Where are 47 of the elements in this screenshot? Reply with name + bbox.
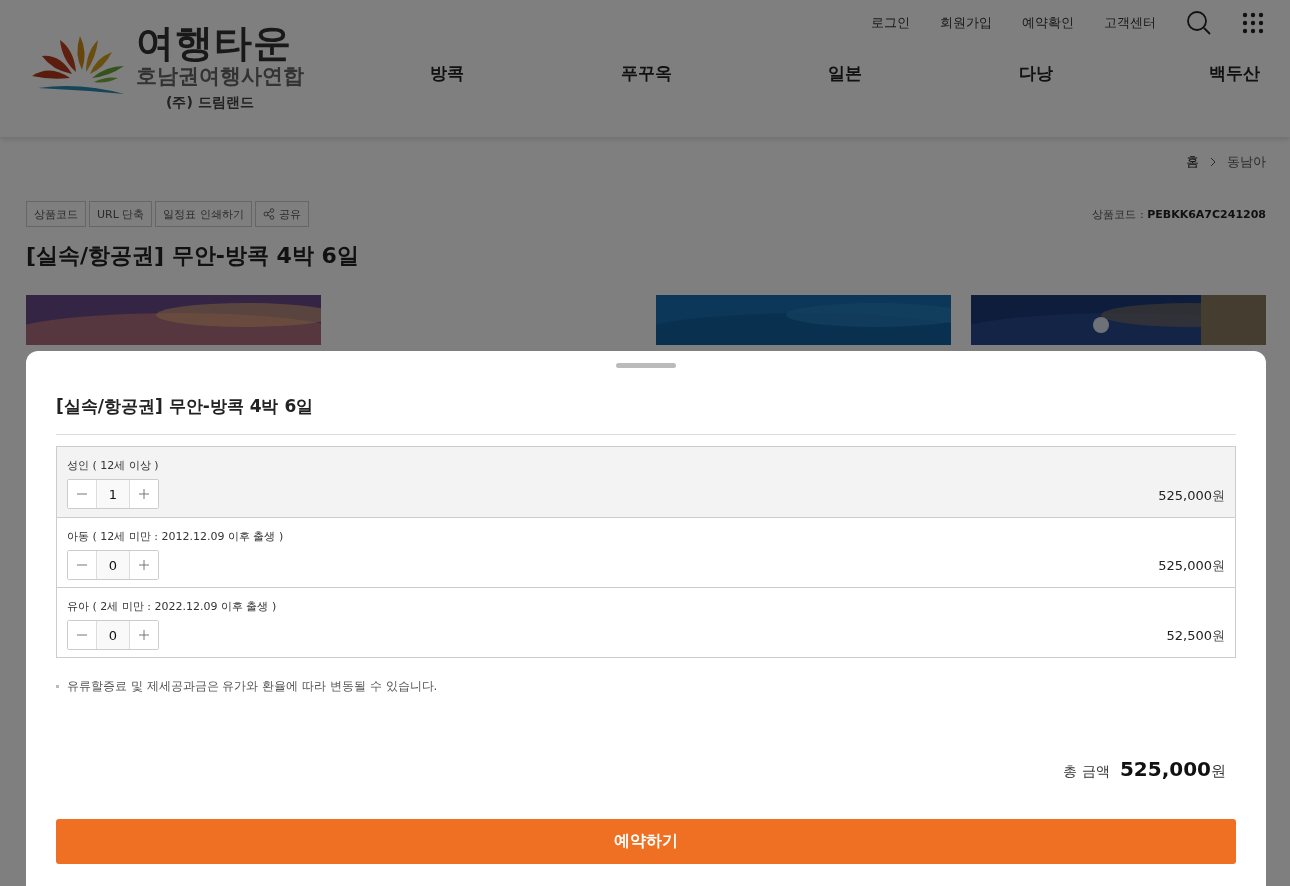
tool-button[interactable]: 공유: [254, 201, 309, 227]
page-title: [실속/항공권] 무안-방콕 4박 6일: [26, 242, 360, 270]
minus-button[interactable]: [68, 480, 97, 508]
company-name: (주) 드림랜드: [166, 94, 254, 112]
nav-item[interactable]: 백두산: [1209, 62, 1260, 85]
option-price: 52,500원: [1166, 627, 1225, 645]
grid-menu-icon[interactable]: [1242, 12, 1264, 34]
sheet-title: [실속/항공권] 무안-방콕 4박 6일: [56, 395, 1236, 435]
plus-button[interactable]: [129, 480, 158, 508]
nav-item[interactable]: 다낭: [1018, 62, 1053, 85]
book-button[interactable]: 예약하기: [56, 819, 1236, 864]
quantity-value: 1: [96, 480, 130, 508]
option-price: 525,000원: [1158, 487, 1225, 505]
option-label: 아동 ( 12세 미만 : 2012.12.09 이후 출생 ): [67, 529, 284, 544]
logo-name: 여행타운: [136, 22, 292, 64]
quantity-value: 0: [96, 621, 130, 649]
fare-note: 유류할증료 및 제세공과금은 유가와 환율에 따라 변동될 수 있습니다.: [67, 678, 438, 695]
nav-item[interactable]: 일본: [828, 62, 862, 85]
breadcrumb-link[interactable]: 홈: [1186, 153, 1199, 171]
total-label: 총 금액: [1063, 763, 1110, 781]
tool-button[interactable]: 상품코드: [26, 201, 86, 227]
breadcrumb-link[interactable]: 동남아: [1227, 153, 1266, 171]
share-icon: [262, 208, 275, 220]
top-link[interactable]: 로그인: [871, 14, 910, 32]
option-label: 성인 ( 12세 이상 ): [67, 458, 159, 473]
chevron-right-icon: [1209, 157, 1217, 167]
tool-button[interactable]: URL 단축: [89, 201, 153, 227]
search-icon[interactable]: [1186, 10, 1212, 36]
drag-handle[interactable]: [616, 363, 676, 368]
top-link[interactable]: 예약확인: [1022, 14, 1074, 32]
logo-subtitle: 호남권여행사연합: [136, 64, 304, 88]
option-row[interactable]: 성인 ( 12세 이상 ) 1 525,000원: [57, 447, 1235, 517]
nav-item[interactable]: 푸꾸옥: [620, 62, 672, 85]
plus-icon: [138, 489, 149, 499]
nav-item[interactable]: 방콕: [430, 62, 464, 85]
option-label: 유아 ( 2세 미만 : 2022.12.09 이후 출생 ): [67, 599, 277, 614]
plus-icon: [138, 560, 149, 570]
quantity-value: 0: [96, 551, 130, 579]
bullet-icon: [56, 685, 59, 688]
total-amount: 525,000: [1119, 757, 1211, 781]
top-link[interactable]: 회원가입: [940, 14, 992, 32]
total-unit: 원: [1211, 762, 1226, 781]
product-code: 상품코드 : PEBKK6A7C241208: [1092, 206, 1266, 222]
option-price: 525,000원: [1158, 557, 1225, 575]
plus-icon: [138, 630, 149, 640]
top-link[interactable]: 고객센터: [1104, 14, 1156, 32]
tool-button[interactable]: 일정표 인쇄하기: [155, 201, 252, 227]
